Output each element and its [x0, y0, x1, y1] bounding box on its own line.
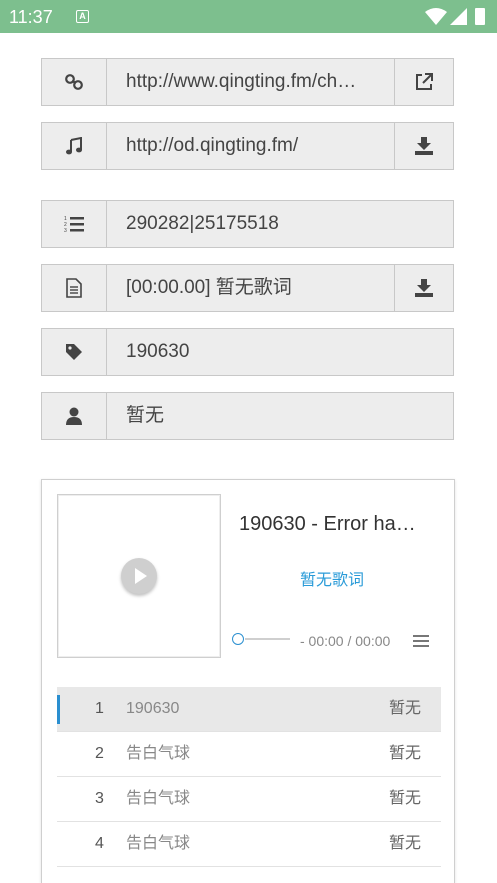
- link-field: http://www.qingting.fm/ch…: [41, 58, 454, 106]
- svg-text:3: 3: [64, 228, 67, 233]
- notification-icon: A: [76, 10, 89, 23]
- playlist: 1 190630 暂无 2 告白气球 暂无 3 告白气球 暂无 4 告白气球 暂…: [57, 687, 441, 867]
- playlist-item[interactable]: 4 告白气球 暂无: [57, 822, 441, 867]
- artist-text[interactable]: 暂无: [126, 393, 436, 439]
- user-icon: [42, 393, 107, 439]
- playlist-item-artist: 暂无: [388, 745, 421, 762]
- progress-slider[interactable]: [232, 631, 292, 647]
- link-url-text[interactable]: http://www.qingting.fm/ch…: [126, 59, 376, 105]
- download-audio-button[interactable]: [394, 123, 453, 169]
- player-title: 190630 - Error ha…: [239, 513, 416, 535]
- album-cover: [57, 494, 221, 658]
- playlist-item-title: 告白气球: [126, 790, 191, 807]
- tag-text[interactable]: 190630: [126, 329, 436, 375]
- external-link-icon: [416, 73, 433, 90]
- playlist-item-index: 3: [95, 790, 104, 807]
- lyric-text[interactable]: [00:00.00] 暂无歌词: [126, 265, 376, 311]
- progress-knob[interactable]: [232, 633, 244, 645]
- audio-url-text[interactable]: http://od.qingting.fm/: [126, 123, 376, 169]
- list-id-text[interactable]: 290282|25175518: [126, 201, 436, 247]
- music-player: 190630 - Error ha… 暂无歌词 - 00:00 / 00:00 …: [41, 479, 455, 883]
- playlist-item-index: 4: [95, 835, 104, 852]
- list-id-field: 1 2 3 290282|25175518: [41, 200, 454, 248]
- time-display: - 00:00 / 00:00: [300, 633, 391, 649]
- wifi-icon: [425, 8, 447, 25]
- playlist-item-artist: 暂无: [388, 700, 421, 717]
- artist-field: 暂无: [41, 392, 454, 440]
- playlist-item-title: 告白气球: [126, 745, 191, 762]
- playlist-item-artist: 暂无: [388, 835, 421, 852]
- playlist-item-title: 告白气球: [126, 835, 191, 852]
- playlist-item-artist: 暂无: [388, 790, 421, 807]
- ordered-list-icon: 1 2 3: [42, 201, 107, 247]
- signal-icon: [450, 8, 467, 25]
- battery-icon: [475, 8, 485, 25]
- lyric-field: [00:00.00] 暂无歌词: [41, 264, 454, 312]
- player-lyrics: 暂无歌词: [299, 572, 364, 589]
- tag-icon: [42, 329, 107, 375]
- download-icon: [415, 137, 433, 155]
- status-bar: 11:37 A: [0, 0, 497, 33]
- status-time: 11:37: [9, 7, 53, 27]
- tag-field: 190630: [41, 328, 454, 376]
- playlist-item-index: 2: [95, 745, 104, 762]
- playlist-item[interactable]: 1 190630 暂无: [57, 687, 441, 732]
- progress-track[interactable]: [245, 638, 290, 640]
- music-note-icon: [42, 123, 107, 169]
- download-icon: [415, 279, 433, 297]
- playlist-item-index: 1: [95, 700, 104, 717]
- play-icon[interactable]: [121, 558, 157, 594]
- document-icon: [42, 265, 107, 311]
- download-lyric-button[interactable]: [394, 265, 453, 311]
- playlist-item[interactable]: 2 告白气球 暂无: [57, 732, 441, 777]
- open-external-button[interactable]: [394, 59, 453, 105]
- audio-url-field: http://od.qingting.fm/: [41, 122, 454, 170]
- link-icon: [42, 59, 107, 105]
- playlist-menu-icon[interactable]: [413, 635, 429, 648]
- playlist-item-title: 190630: [126, 700, 180, 717]
- playlist-item[interactable]: 3 告白气球 暂无: [57, 777, 441, 822]
